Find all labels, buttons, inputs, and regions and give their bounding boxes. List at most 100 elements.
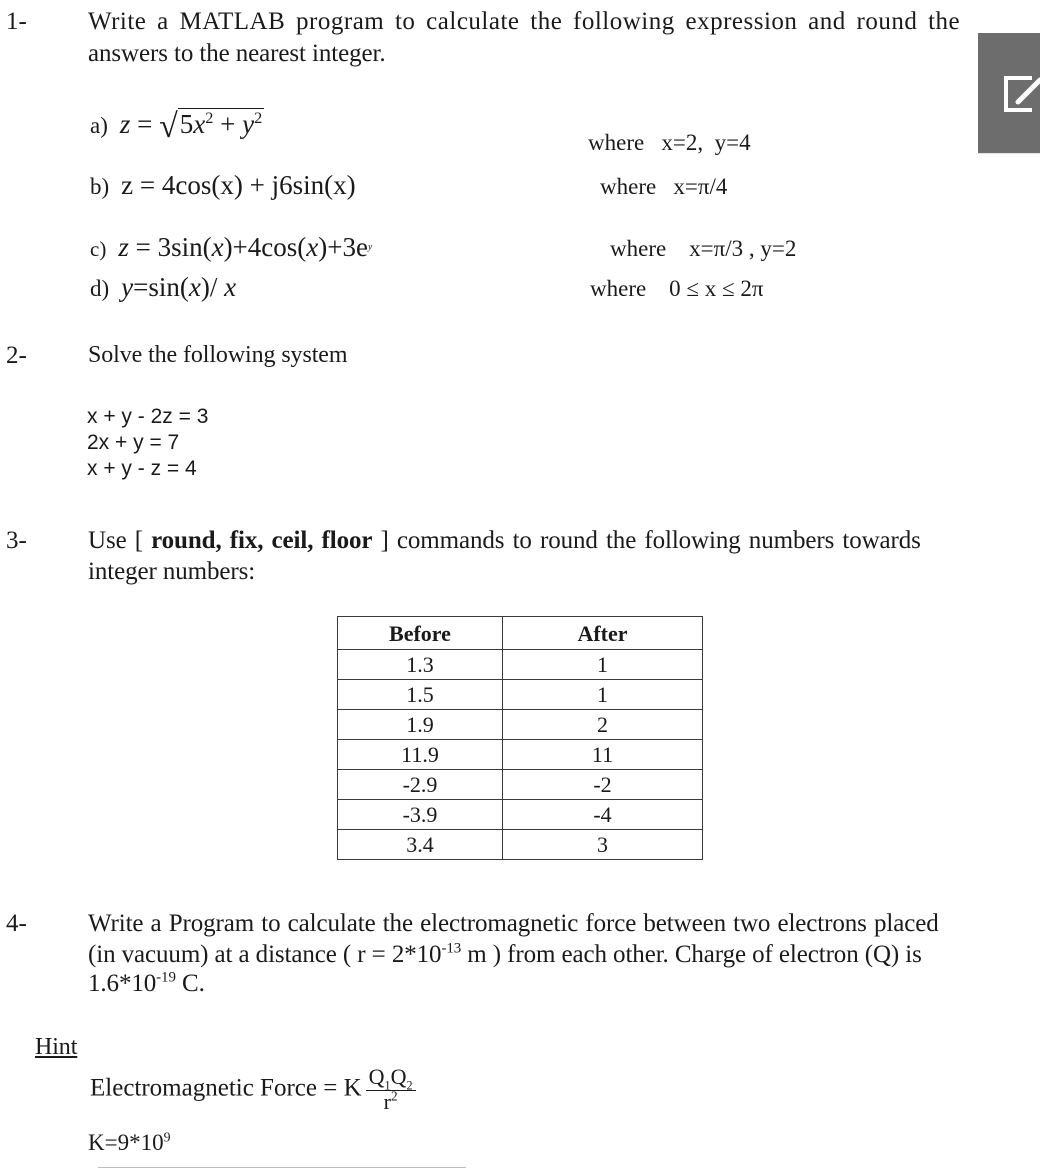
divider	[98, 1167, 466, 1168]
expr-eq: =	[130, 109, 160, 139]
expr-x: x	[188, 272, 201, 302]
edit-button[interactable]	[978, 33, 1040, 154]
q1-item-d-where: where 0 ≤ x ≤ 2π	[590, 276, 764, 301]
hint-title: Hint	[35, 1034, 78, 1060]
cell-after: 2	[502, 709, 703, 740]
cell-before: -2.9	[337, 769, 503, 800]
q3-text-line1: Use [ round, fix, ceil, floor ] commands…	[88, 527, 921, 555]
cell-after: 11	[502, 739, 703, 770]
table-row: 1.5 1	[337, 679, 703, 710]
expr-exp-y: y	[367, 241, 373, 253]
rounding-table: Before After 1.3 1 1.5 1 1.9 2 11.9 11 -2.9 -2 -3.…	[337, 616, 703, 860]
q4-exp-charge: -19	[156, 969, 176, 986]
q4-line2-post: m ) from each other. Charge of electron …	[461, 941, 922, 968]
q1-item-d: d) y=sin(x)/ x	[90, 272, 236, 303]
fraction-denominator: r2	[366, 1088, 416, 1114]
q3-text-line2: integer numbers:	[88, 558, 256, 585]
header-before: Before	[337, 616, 503, 650]
cell-after: 1	[502, 649, 703, 680]
q2-equations: x + y - 2z = 3 2x + y = 7 x + y - z = 4	[87, 404, 208, 482]
expr-part: )/	[200, 272, 225, 302]
q2-subscript: 2	[406, 1078, 413, 1093]
q1-number: 1-	[6, 8, 27, 35]
q2-symbol: Q	[390, 1064, 407, 1089]
expr-lhs: z	[119, 109, 131, 139]
table-row: 3.4 3	[337, 829, 703, 860]
var-x: x	[193, 109, 206, 139]
item-label: b)	[90, 174, 110, 199]
q2-number: 2-	[6, 342, 27, 369]
sqrt-symbol: √	[159, 108, 178, 145]
table-row: -3.9 -4	[337, 799, 703, 830]
edit-icon	[1004, 76, 1040, 112]
q4-line3-pre: 1.6*10	[88, 970, 157, 997]
q1-symbol: Q	[368, 1064, 385, 1089]
hint-formula: Electromagnetic Force = K Q1Q2 r2	[90, 1064, 416, 1113]
expr-part: =sin(	[133, 272, 189, 302]
formula-lhs: Electromagnetic Force = K	[90, 1074, 362, 1102]
exp-y: 2	[254, 109, 263, 127]
q4-text-line2: (in vacuum) at a distance ( r = 2*10-13 …	[88, 941, 922, 969]
q3-line1-post: ] commands to round the following number…	[372, 527, 921, 554]
var-y: y	[242, 109, 255, 139]
table-row: 1.9 2	[337, 709, 703, 740]
expr-x: x	[224, 272, 237, 302]
q1-item-a: a) z = √5x2 + y2	[90, 104, 265, 145]
q1-item-a-where: where x=2, y=4	[588, 130, 751, 155]
expr-z: z	[118, 232, 129, 262]
table-row: 11.9 11	[337, 739, 703, 770]
q4-exp-distance: -13	[441, 940, 462, 957]
q2-title: Solve the following system	[88, 342, 348, 368]
cell-after: 1	[502, 679, 703, 710]
k-value: K=9*10	[88, 1130, 164, 1155]
cell-before: 11.9	[337, 739, 503, 770]
table-row: 1.3 1	[337, 649, 703, 680]
expr-x: x	[211, 232, 224, 262]
hint-k-constant: K=9*109	[88, 1130, 171, 1156]
fraction-numerator: Q1Q2	[365, 1064, 416, 1093]
expr-part: = 3sin(	[128, 232, 212, 262]
q4-line2-pre: (in vacuum) at a distance ( r = 2*10	[88, 941, 442, 968]
q1-item-c-where: where x=π/3 , y=2	[610, 236, 797, 261]
r-symbol: r	[383, 1089, 391, 1114]
expr: z = 4cos(x) + j6sin(x)	[121, 170, 356, 200]
expr-part: )+3e	[318, 232, 368, 262]
q3-commands: round, fix, ceil, floor	[151, 527, 373, 554]
q4-text-line1: Write a Program to calculate the electro…	[88, 910, 939, 937]
cell-before: 1.5	[337, 679, 503, 710]
q4-number: 4-	[6, 910, 27, 937]
table-header-row: Before After	[337, 616, 703, 650]
formula-fraction: Q1Q2 r2	[365, 1064, 416, 1114]
item-label: c)	[90, 237, 107, 261]
r-exponent: 2	[390, 1088, 398, 1104]
q1-line1: Write a MATLAB program to calculate the …	[88, 8, 961, 35]
coef: 5	[179, 109, 194, 139]
q4-line3-post: C.	[175, 970, 205, 997]
expr-part: )+4cos(	[223, 232, 307, 262]
q1-item-b: b) z = 4cos(x) + j6sin(x)	[90, 170, 356, 201]
q1-text-line1: Write a MATLAB program to calculate the …	[88, 8, 960, 36]
header-after: After	[502, 616, 703, 650]
q1-item-b-where: where x=π/4	[600, 174, 728, 199]
q1-text-line2: answers to the nearest integer.	[88, 40, 386, 67]
q4-text-line3: 1.6*10-19 C.	[88, 970, 205, 998]
cell-before: 1.3	[337, 649, 503, 680]
equation: x + y - z = 4	[87, 457, 197, 480]
expr-x: x	[306, 232, 319, 262]
cell-before: -3.9	[337, 799, 503, 830]
sqrt-radicand: 5x2 + y2	[177, 108, 265, 139]
equation: 2x + y = 7	[87, 431, 180, 454]
cell-before: 1.9	[337, 709, 503, 740]
cell-after: -2	[502, 769, 703, 800]
q1-item-c: c) z = 3sin(x)+4cos(x)+3ey	[90, 232, 372, 263]
item-label: d)	[90, 276, 110, 301]
item-label: a)	[90, 113, 108, 138]
expr-y: y	[121, 272, 134, 302]
cell-after: -4	[502, 799, 703, 830]
table-row: -2.9 -2	[337, 769, 703, 800]
k-exponent: 9	[163, 1129, 171, 1145]
plus: +	[213, 109, 243, 139]
q3-number: 3-	[6, 527, 27, 554]
equation: x + y - 2z = 3	[87, 405, 209, 428]
cell-before: 3.4	[337, 829, 503, 860]
